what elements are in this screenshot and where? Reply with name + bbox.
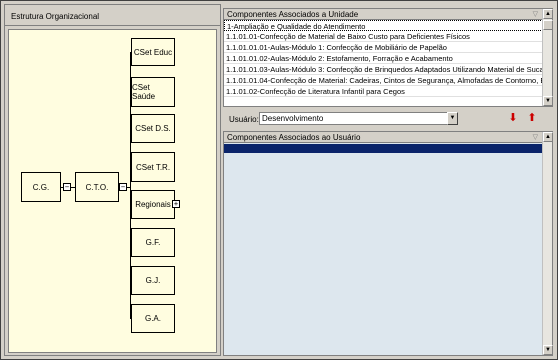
org-node-gj[interactable]: G.J. [131,266,175,295]
user-components-header: Componentes Associados ao Usuário ▽ [224,132,552,143]
selected-row[interactable] [224,144,543,153]
org-node-ga[interactable]: G.A. [131,304,175,333]
table-row[interactable]: 1.1.01.01.04-Confecção de Material: Cade… [224,75,543,86]
unit-components-scrollbar[interactable]: ▲ ▼ [542,9,553,106]
org-node-label: C.G. [32,182,50,192]
move-down-icon[interactable]: ⬇ [507,112,519,125]
org-node-cset-tr[interactable]: CSet T.R. [131,152,175,182]
window: Estrutura Organizacional C.G. − C.T.O. −… [0,0,558,360]
org-node-cg[interactable]: C.G. [21,172,61,202]
org-node-label: G.A. [144,314,161,323]
user-select[interactable]: Desenvolvimento [259,112,457,125]
user-filter-bar: Usuário: Desenvolvimento ▼ ⬇ ⬆ [223,109,556,129]
move-up-icon[interactable]: ⬆ [526,112,538,125]
scroll-down-icon[interactable]: ▼ [543,345,553,355]
chevron-down-icon[interactable]: ▼ [447,112,458,125]
org-node-cto[interactable]: C.T.O. [75,172,119,202]
user-label: Usuário: [229,115,259,124]
user-components-grid: Componentes Associados ao Usuário ▽ ▲ ▼ [223,131,553,356]
org-node-gf[interactable]: G.F. [131,228,175,257]
org-structure-panel: Estrutura Organizacional C.G. − C.T.O. −… [4,4,221,356]
org-node-regionais[interactable]: Regionais [131,190,175,219]
table-row[interactable]: 1.1.01.01.03-Aulas-Módulo 3: Confecção d… [224,64,543,75]
user-components-title: Componentes Associados ao Usuário [227,133,361,142]
funnel-icon[interactable]: ▽ [533,133,538,141]
org-node-label: CSet T.R. [135,162,171,172]
org-node-label: CSet Saúde [132,83,156,101]
scroll-up-icon[interactable]: ▲ [543,9,553,19]
org-panel-title: Estrutura Organizacional [5,5,220,26]
table-row[interactable]: 1.1.01.02-Confecção de Literatura Infant… [224,86,543,97]
unit-components-header: Componentes Associados a Unidade ▽ [224,9,552,20]
org-node-cset-saude[interactable]: CSet Saúde [131,77,175,107]
user-components-scrollbar[interactable]: ▲ ▼ [542,132,553,355]
org-node-cset-educ[interactable]: CSet Educ [131,38,175,66]
org-node-label: Regionais [135,200,171,209]
org-node-label: G.F. [145,238,161,247]
org-node-label: G.J. [145,276,161,285]
scroll-thumb[interactable] [543,20,553,30]
org-node-label: CSet D.S. [135,124,171,133]
funnel-icon[interactable]: ▽ [533,10,538,18]
table-row[interactable]: 1.1.01.01-Confecção de Material de Baixo… [224,31,543,42]
table-row[interactable]: 1-Ampliação e Qualidade do Atendimento [224,20,543,31]
table-row[interactable]: 1.1.01.01.02-Aulas-Módulo 2: Estofamento… [224,53,543,64]
org-node-cset-ds[interactable]: CSet D.S. [131,114,175,143]
scroll-up-icon[interactable]: ▲ [543,132,553,142]
org-node-label: C.T.O. [85,182,109,192]
expand-icon[interactable]: + [172,200,180,208]
org-node-label: CSet Educ [133,47,173,57]
scroll-down-icon[interactable]: ▼ [543,96,553,106]
org-chart-canvas: C.G. − C.T.O. − CSet Educ CSet Saúde CSe… [8,29,217,353]
collapse-icon[interactable]: − [63,183,71,191]
unit-components-grid: Componentes Associados a Unidade ▽ 1-Amp… [223,8,553,107]
collapse-icon[interactable]: − [119,183,127,191]
unit-components-list: 1-Ampliação e Qualidade do Atendimento 1.… [224,20,543,106]
table-row[interactable]: 1.1.01.01.01-Aulas-Módulo 1: Confecção d… [224,42,543,53]
unit-components-title: Componentes Associados a Unidade [227,10,359,19]
